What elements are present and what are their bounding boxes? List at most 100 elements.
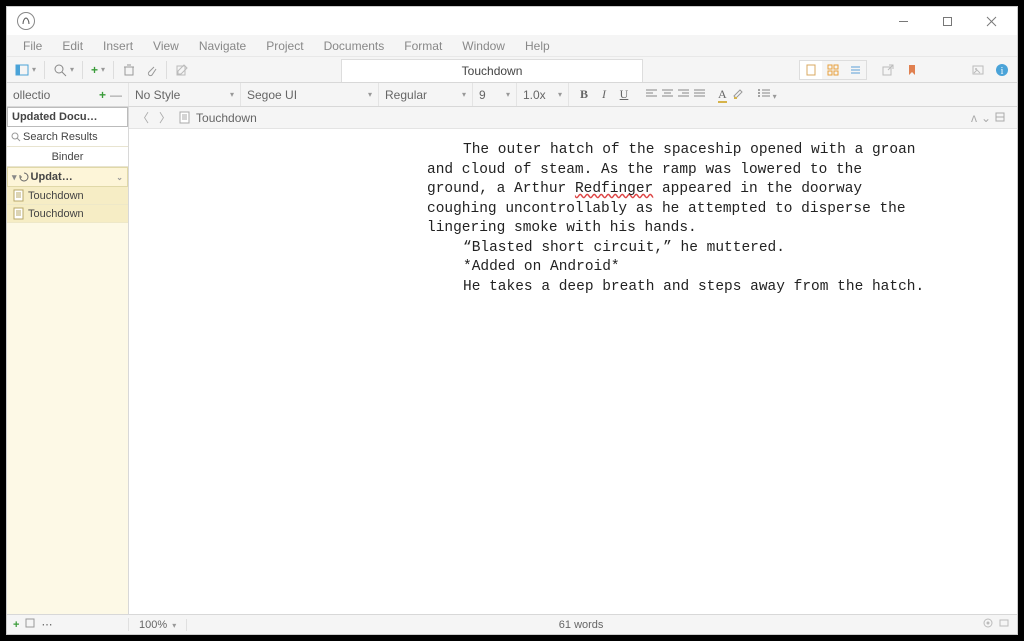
menu-documents[interactable]: Documents: [316, 37, 393, 55]
status-add-button[interactable]: +: [13, 619, 19, 631]
list-button[interactable]: ▾: [757, 87, 777, 102]
open-external-button[interactable]: [877, 61, 899, 79]
document-tab[interactable]: Touchdown: [341, 59, 644, 82]
binder-item-label: Touchdown: [28, 190, 84, 202]
editor-line: He takes a deep breath and steps away fr…: [463, 279, 924, 295]
binder-toggle-button[interactable]: ▾: [11, 61, 40, 79]
collections-label: ollectio: [13, 88, 50, 102]
breadcrumb-doc[interactable]: Touchdown: [196, 111, 257, 125]
weight-value: Regular: [385, 88, 427, 102]
align-right-button[interactable]: [677, 88, 690, 102]
close-button[interactable]: [969, 7, 1013, 35]
editor-split-button[interactable]: [995, 111, 1005, 125]
editor-line: ground, a Arthur: [427, 181, 575, 197]
editor-up-button[interactable]: ʌ: [971, 111, 977, 125]
binder-item-1[interactable]: Touchdown: [7, 205, 128, 223]
editor-line: and cloud of steam. As the ramp was lowe…: [427, 162, 862, 178]
binder-item-label: Touchdown: [28, 208, 84, 220]
menu-window[interactable]: Window: [454, 37, 513, 55]
breadcrumb-bar: 〈 〉 Touchdown ʌ ⌄: [129, 107, 1017, 129]
menu-project[interactable]: Project: [258, 37, 311, 55]
style-value: No Style: [135, 88, 180, 102]
menu-view[interactable]: View: [145, 37, 187, 55]
status-target-button[interactable]: [983, 618, 993, 631]
statusbar: + ⋯ 100% ▾ 61 words: [7, 614, 1017, 634]
app-window: File Edit Insert View Navigate Project D…: [6, 6, 1018, 635]
spell-error: Redfinger: [575, 181, 653, 197]
view-cork-button[interactable]: [822, 61, 844, 79]
editor-line: “Blasted short circuit,” he muttered.: [463, 240, 785, 256]
view-outline-button[interactable]: [844, 61, 866, 79]
font-value: Segoe UI: [247, 88, 297, 102]
linespacing-value: 1.0x: [523, 88, 546, 102]
editor-down-button[interactable]: ⌄: [981, 111, 991, 125]
menu-help[interactable]: Help: [517, 37, 558, 55]
binder-search-label: Search Results: [23, 131, 98, 143]
editor-line: *Added on Android*: [463, 259, 620, 275]
align-justify-button[interactable]: [693, 88, 706, 102]
binder-item-0[interactable]: Touchdown: [7, 187, 128, 205]
binder-tab-updated[interactable]: Updated Docu…: [7, 107, 128, 127]
minimize-button[interactable]: [881, 7, 925, 35]
app-icon: [17, 12, 35, 30]
binder-folder-label: Updat…: [31, 171, 73, 183]
trash-button[interactable]: [118, 61, 140, 79]
main-toolbar: ▾ ▾ +▾ Touchdown: [7, 57, 1017, 83]
image-panel-button[interactable]: [967, 61, 989, 79]
editor-canvas[interactable]: The outer hatch of the spaceship opened …: [129, 129, 1017, 614]
style-dropdown[interactable]: No Style▾: [129, 83, 241, 106]
bold-button[interactable]: B: [575, 87, 593, 102]
add-button[interactable]: +▾: [87, 61, 109, 79]
collection-add-button[interactable]: +: [99, 88, 106, 102]
binder-panel: Updated Docu… Search Results Binder ▾ Up…: [7, 107, 129, 614]
attach-button[interactable]: [140, 61, 162, 79]
weight-dropdown[interactable]: Regular▾: [379, 83, 473, 106]
italic-button[interactable]: I: [595, 87, 613, 102]
status-view-button[interactable]: [999, 618, 1009, 631]
editor-line: coughing uncontrollably as he attempted …: [427, 201, 906, 217]
svg-text:i: i: [1001, 66, 1004, 77]
view-mode-group: [799, 60, 867, 80]
underline-button[interactable]: U: [615, 87, 633, 102]
nav-back-button[interactable]: 〈: [135, 109, 151, 126]
menu-format[interactable]: Format: [396, 37, 450, 55]
document-icon: [179, 111, 190, 124]
size-value: 9: [479, 88, 486, 102]
zoom-control[interactable]: 100% ▾: [129, 619, 187, 631]
font-dropdown[interactable]: Segoe UI▾: [241, 83, 379, 106]
search-button[interactable]: ▾: [49, 61, 78, 79]
view-single-button[interactable]: [800, 61, 822, 79]
menu-insert[interactable]: Insert: [95, 37, 141, 55]
window-controls: [881, 7, 1013, 35]
format-bar: ollectio + — No Style▾ Segoe UI▾ Regular…: [7, 83, 1017, 107]
menu-navigate[interactable]: Navigate: [191, 37, 254, 55]
maximize-button[interactable]: [925, 7, 969, 35]
align-center-button[interactable]: [661, 88, 674, 102]
align-left-button[interactable]: [645, 88, 658, 102]
nav-forward-button[interactable]: 〉: [157, 109, 173, 126]
status-more-button[interactable]: ⋯: [41, 618, 53, 631]
titlebar: [7, 7, 1017, 35]
collection-remove-button[interactable]: —: [110, 88, 122, 102]
zoom-value: 100%: [139, 619, 167, 631]
binder-folder-updated[interactable]: ▾ Updat… ⌄: [7, 167, 128, 187]
menubar: File Edit Insert View Navigate Project D…: [7, 35, 1017, 57]
editor-line: appeared in the doorway: [653, 181, 862, 197]
status-options-button[interactable]: [25, 618, 35, 631]
editor-text[interactable]: The outer hatch of the spaceship opened …: [427, 141, 957, 298]
compose-button[interactable]: [171, 61, 193, 79]
binder-tab-binder[interactable]: Binder: [7, 147, 128, 167]
wordcount[interactable]: 61 words: [187, 619, 975, 631]
bookmark-button[interactable]: [901, 61, 923, 79]
linespacing-dropdown[interactable]: 1.0x▾: [517, 83, 569, 106]
textcolor-button[interactable]: A: [718, 87, 727, 102]
editor-area: 〈 〉 Touchdown ʌ ⌄ The outer hatch of the…: [129, 107, 1017, 614]
menu-edit[interactable]: Edit: [54, 37, 91, 55]
editor-line: The outer hatch of the spaceship opened …: [463, 142, 915, 158]
menu-file[interactable]: File: [15, 37, 50, 55]
main-area: Updated Docu… Search Results Binder ▾ Up…: [7, 107, 1017, 614]
highlight-button[interactable]: [731, 86, 745, 103]
info-button[interactable]: i: [991, 61, 1013, 79]
size-dropdown[interactable]: 9▾: [473, 83, 517, 106]
binder-tab-search[interactable]: Search Results: [7, 127, 128, 147]
